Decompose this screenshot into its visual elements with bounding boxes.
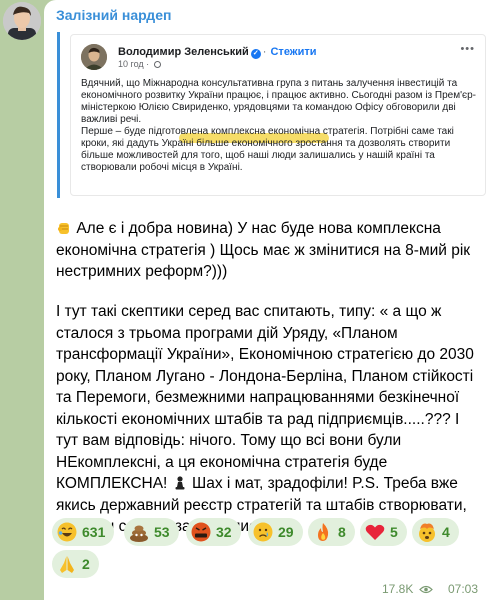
praying-hands-emoji-icon xyxy=(60,556,74,573)
message-paragraph-1: Але є і добра новина) У нас буде нова ко… xyxy=(56,218,480,283)
post-time: 10 год xyxy=(118,59,144,69)
heart-emoji-icon xyxy=(365,524,385,540)
reaction-count: 53 xyxy=(154,524,170,540)
reaction-crying[interactable]: 29 xyxy=(248,518,303,546)
exploding-head-emoji-icon xyxy=(419,523,435,542)
rofl-emoji-icon xyxy=(57,522,77,542)
facebook-embed[interactable]: Володимир Зеленський ✓ · Стежити 10 год · … xyxy=(57,32,488,198)
embedded-post: Володимир Зеленський ✓ · Стежити 10 год · … xyxy=(70,34,486,196)
author-name[interactable]: Володимир Зеленський xyxy=(118,46,249,58)
embed-paragraph-1: Вдячний, що Міжнародна консультативна гр… xyxy=(81,78,476,125)
author-line: Володимир Зеленський ✓ · Стежити xyxy=(118,46,317,59)
reaction-count: 631 xyxy=(82,524,106,540)
reaction-fire[interactable]: 8 xyxy=(308,518,355,546)
message-text-2a: І тут такі скептики серед вас спитають, … xyxy=(56,303,474,492)
message-text-1: Але є і добра новина) У нас буде нова ко… xyxy=(56,220,471,280)
more-options-icon[interactable]: ••• xyxy=(460,43,475,55)
reaction-count: 29 xyxy=(278,524,294,540)
reaction-praying-hands[interactable]: 2 xyxy=(52,550,99,578)
reaction-poop[interactable]: 53 xyxy=(124,518,179,546)
globe-icon xyxy=(153,61,161,68)
reaction-count: 8 xyxy=(338,524,346,540)
reaction-heart[interactable]: 5 xyxy=(360,518,407,546)
fire-emoji-icon xyxy=(318,523,329,541)
raised-fist-icon xyxy=(58,223,69,234)
post-meta: 10 год · xyxy=(118,59,161,69)
embed-paragraph-2: Перше – буде підготовлена комплексна еко… xyxy=(81,126,454,173)
poop-emoji-icon xyxy=(130,525,148,542)
channel-post-bubble: Залізний нардеп Володимир Зеленський ✓ · С… xyxy=(44,0,488,600)
eye-icon xyxy=(418,585,433,594)
reaction-count: 2 xyxy=(82,556,90,572)
reaction-exploding-head[interactable]: 4 xyxy=(412,518,459,546)
separator-dot: · xyxy=(262,46,267,58)
channel-name[interactable]: Залізний нардеп xyxy=(56,7,171,23)
message-time: 07:03 xyxy=(448,582,479,596)
channel-avatar[interactable] xyxy=(3,2,41,40)
reaction-count: 32 xyxy=(216,524,232,540)
crying-emoji-icon xyxy=(253,522,273,542)
views-counter: 17.8K xyxy=(382,582,433,596)
reaction-angry[interactable]: 32 xyxy=(186,518,241,546)
views-count: 17.8K xyxy=(382,582,414,596)
reaction-count: 4 xyxy=(442,524,450,540)
reaction-count: 5 xyxy=(390,524,398,540)
message-paragraph-2: І тут такі скептики серед вас спитають, … xyxy=(56,301,480,538)
reaction-rofl[interactable]: 631 xyxy=(52,518,115,546)
follow-button[interactable]: Стежити xyxy=(270,46,316,58)
author-avatar xyxy=(81,44,107,70)
angry-emoji-icon xyxy=(191,522,211,542)
chess-pawn-icon xyxy=(175,476,185,490)
verified-badge-icon: ✓ xyxy=(250,49,261,59)
